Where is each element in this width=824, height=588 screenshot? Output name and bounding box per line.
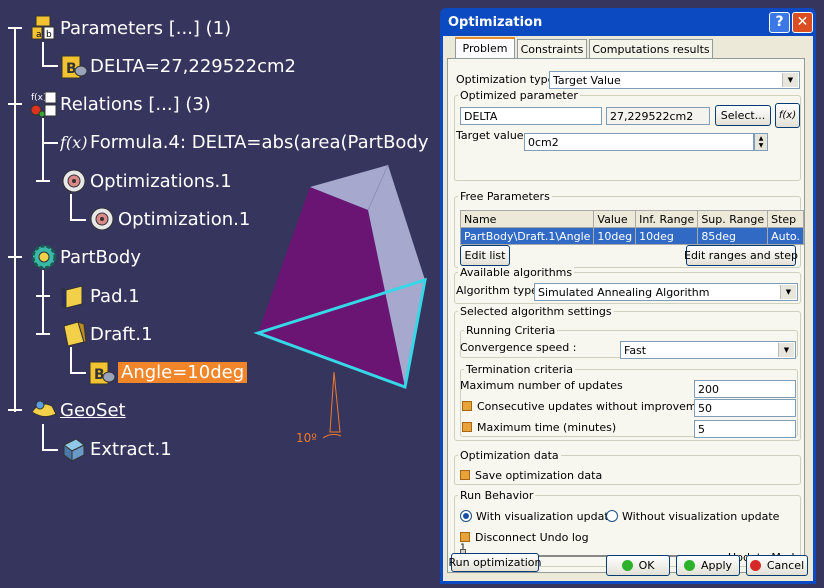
col-sup-range-header[interactable]: Sup. Range: [697, 210, 769, 228]
without-visualization-label: Without visualization update: [622, 510, 780, 523]
max-time-checkbox[interactable]: [462, 422, 472, 432]
max-time-label: Maximum time (minutes): [477, 421, 617, 434]
selected-settings-title: Selected algorithm settings: [458, 305, 614, 318]
running-criteria-title: Running Criteria: [464, 324, 558, 337]
dialog-client: Problem Constraints Computations results…: [443, 36, 813, 581]
formula-button[interactable]: f(x): [775, 103, 800, 128]
run-optimization-button[interactable]: Run optimization: [448, 553, 542, 572]
dropdown-arrow-icon: ▼: [778, 343, 794, 357]
dropdown-arrow-icon: ▼: [782, 73, 798, 87]
optimization-data-title: Optimization data: [458, 449, 561, 462]
optimization-type-value: Target Value: [553, 74, 621, 87]
save-optimization-data-checkbox[interactable]: [460, 470, 470, 480]
optimization-dialog: Optimization ? ✕ Problem Constraints Com…: [440, 8, 816, 584]
with-visualization-radio[interactable]: [460, 510, 472, 522]
optimization-type-label: Optimization type:: [456, 73, 559, 86]
help-button[interactable]: ?: [769, 11, 790, 33]
with-visualization-label: With visualization update: [476, 510, 616, 523]
free-parameters-title: Free Parameters: [458, 190, 552, 203]
cell-value: 10deg: [593, 227, 637, 245]
save-optimization-data-label: Save optimization data: [475, 469, 603, 482]
tab-constraints[interactable]: Constraints: [517, 39, 587, 58]
cell-sup-range: 85deg: [697, 227, 769, 245]
optimized-parameter-title: Optimized parameter: [458, 89, 580, 102]
tab-computations-results[interactable]: Computations results: [589, 39, 713, 58]
dialog-titlebar[interactable]: Optimization ? ✕: [443, 8, 813, 36]
target-value-field[interactable]: 0cm2: [524, 133, 754, 151]
close-button[interactable]: ✕: [792, 11, 813, 33]
cell-name: PartBody\Draft.1\Angle: [459, 227, 595, 245]
cell-step: Auto.: [767, 227, 804, 245]
cancel-label: Cancel: [766, 559, 805, 572]
3d-viewport[interactable]: 10º: [0, 0, 440, 588]
col-name-header[interactable]: Name: [459, 210, 595, 228]
max-updates-field[interactable]: 200: [694, 380, 796, 398]
table-row[interactable]: PartBody\Draft.1\Angle 10deg 10deg 85deg…: [459, 227, 804, 245]
available-algorithms-title: Available algorithms: [458, 266, 575, 279]
run-behavior-title: Run Behavior: [458, 489, 536, 502]
algorithm-type-value: Simulated Annealing Algorithm: [538, 286, 710, 299]
optimized-parameter-name-field[interactable]: DELTA: [460, 107, 602, 125]
angle-arc: [322, 433, 342, 439]
target-value-spinner[interactable]: ▲ ▼: [754, 133, 768, 151]
apply-button[interactable]: Apply: [676, 555, 740, 576]
tab-problem[interactable]: Problem: [455, 37, 515, 58]
consecutive-updates-field[interactable]: 50: [694, 399, 796, 417]
disconnect-undo-checkbox[interactable]: [460, 532, 470, 542]
convergence-speed-select[interactable]: Fast ▼: [620, 341, 796, 359]
dropdown-arrow-icon: ▼: [780, 285, 796, 299]
algorithm-type-select[interactable]: Simulated Annealing Algorithm ▼: [534, 283, 798, 301]
problem-panel: Optimization type: Target Value ▼ Optimi…: [447, 58, 805, 573]
edit-ranges-button[interactable]: Edit ranges and step: [684, 245, 798, 266]
cancel-icon: [749, 560, 761, 571]
col-value-header[interactable]: Value: [593, 210, 637, 228]
angle-annotation: 10º: [296, 431, 317, 445]
convergence-speed-value: Fast: [624, 344, 647, 357]
col-inf-range-header[interactable]: Inf. Range: [635, 210, 699, 228]
draft-angle-indicator: [329, 371, 341, 433]
table-header-row: Name Value Inf. Range Sup. Range Step: [459, 210, 804, 228]
apply-icon: [683, 560, 695, 571]
optimization-type-select[interactable]: Target Value ▼: [549, 71, 800, 89]
max-updates-label: Maximum number of updates: [460, 379, 623, 392]
disconnect-undo-label: Disconnect Undo log: [475, 531, 589, 544]
edit-list-button[interactable]: Edit list: [460, 245, 510, 266]
optimized-parameter-value-field: 27,229522cm2: [606, 107, 710, 125]
select-parameter-button[interactable]: Select...: [715, 105, 771, 126]
ok-label: OK: [638, 559, 655, 572]
free-parameters-table: Name Value Inf. Range Sup. Range Step Pa…: [459, 210, 804, 245]
consecutive-updates-checkbox[interactable]: [462, 401, 472, 411]
cancel-button[interactable]: Cancel: [746, 555, 808, 576]
cell-inf-range: 10deg: [635, 227, 699, 245]
without-visualization-radio[interactable]: [606, 510, 618, 522]
col-step-header[interactable]: Step: [767, 210, 804, 228]
target-value-label: Target value:: [456, 129, 528, 142]
dialog-title: Optimization: [448, 14, 543, 30]
algorithm-type-label: Algorithm type :: [456, 284, 546, 297]
formula-icon: f(x): [778, 110, 797, 121]
ok-icon: [621, 560, 633, 571]
convergence-speed-label: Convergence speed :: [460, 341, 577, 354]
max-time-field[interactable]: 5: [694, 420, 796, 438]
termination-criteria-title: Termination criteria: [464, 363, 576, 376]
ok-button[interactable]: OK: [606, 555, 670, 576]
consecutive-updates-label: Consecutive updates without improvements: [477, 400, 721, 413]
apply-label: Apply: [700, 559, 733, 572]
